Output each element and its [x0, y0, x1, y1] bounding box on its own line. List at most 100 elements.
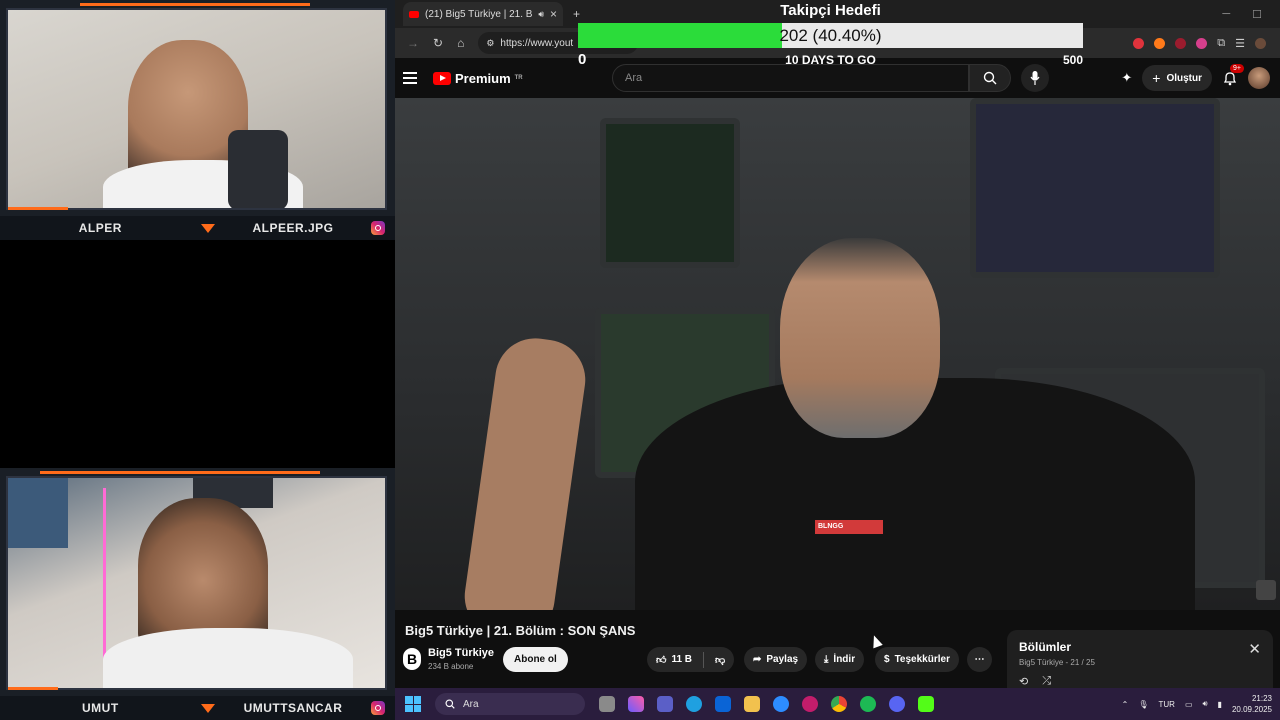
more-actions-button[interactable]: ⋯ — [967, 647, 992, 672]
close-icon[interactable]: ✕ — [1248, 640, 1261, 658]
download-icon: ⤓ — [824, 654, 829, 665]
network-icon[interactable]: ▭ — [1185, 700, 1193, 709]
channel-name[interactable]: Big5 Türkiye — [428, 647, 494, 659]
dislike-button[interactable]: 👎︎ — [715, 654, 725, 666]
thanks-icon: $ — [884, 654, 890, 665]
webcam-feed-alper — [6, 8, 387, 210]
url-text: https://www.yout — [500, 37, 574, 49]
goal-days-left: 10 DAYS TO GO — [785, 53, 876, 67]
chevron-up-icon[interactable]: ⌃ — [1122, 700, 1129, 709]
forward-icon[interactable]: → — [407, 36, 419, 50]
webcam-name: ALPER — [78, 221, 122, 235]
clock-date: 20.09.2025 — [1231, 705, 1272, 714]
background-tv — [970, 98, 1220, 278]
loop-icon[interactable]: ⟲ — [1019, 675, 1028, 688]
extensions-puzzle-icon[interactable]: ⧉ — [1217, 37, 1225, 50]
youtube-favicon-icon — [409, 10, 419, 18]
stream-layout: ALPER ALPEER.JPG UMUT UMUTTSANCAR (21) B… — [0, 0, 1280, 720]
home-icon[interactable]: ⌂ — [457, 36, 464, 50]
speaker-icon[interactable]: 🔊︎ — [538, 9, 544, 20]
create-button[interactable]: + Oluştur — [1142, 65, 1212, 91]
notification-badge: 9+ — [1230, 64, 1244, 73]
windows-taskbar: Ara ⌃ 🎙︎ TUR ▭ 🔊︎ ▮ 21:23 20.09.2025 — [395, 688, 1280, 720]
system-tray: ⌃ 🎙︎ TUR ▭ 🔊︎ ▮ 21:23 20.09.2025 — [1122, 693, 1280, 715]
games-icon[interactable]: ✦ — [1121, 70, 1132, 86]
reload-icon[interactable]: ↻ — [433, 36, 443, 50]
channel-avatar[interactable]: B — [403, 648, 421, 670]
browser-tab-youtube[interactable]: (21) Big5 Türkiye | 21. Bölüm 🔊︎ × — [403, 2, 563, 26]
subscribe-button[interactable]: Abone ol — [503, 647, 568, 672]
battery-icon[interactable]: ▮ — [1218, 700, 1222, 709]
file-icon[interactable] — [599, 696, 615, 712]
extension-record-icon[interactable] — [1133, 37, 1145, 49]
cam-accent-top — [80, 3, 310, 6]
orange-arrow-icon — [200, 223, 215, 233]
copilot-icon[interactable] — [628, 696, 644, 712]
maximize-icon[interactable]: ☐ — [1252, 8, 1262, 21]
search-icon — [983, 71, 997, 85]
cam-accent-bottom — [8, 687, 58, 690]
video-player[interactable]: BLNGG — [395, 98, 1280, 610]
download-button[interactable]: ⤓ İndir — [815, 647, 865, 672]
chair — [228, 130, 288, 208]
host-head — [780, 238, 940, 438]
shuffle-icon[interactable]: ⤮ — [1042, 675, 1051, 688]
discord-icon[interactable] — [889, 696, 905, 712]
edge-icon[interactable] — [686, 696, 702, 712]
voice-search-button[interactable] — [1021, 64, 1049, 92]
thanks-button[interactable]: $ Teşekkürler — [875, 647, 959, 672]
video-title: Big5 Türkiye | 21. Bölüm : SON ŞANS — [405, 623, 636, 638]
close-tab-icon[interactable]: × — [550, 7, 557, 21]
search-input[interactable]: Ara — [612, 64, 969, 92]
search-icon — [445, 699, 455, 709]
taskbar-search-label: Ara — [463, 698, 479, 710]
teams-icon[interactable] — [657, 696, 673, 712]
volume-icon[interactable]: 🔊︎ — [1203, 699, 1208, 709]
chrome-icon[interactable] — [831, 696, 847, 712]
zoom-icon[interactable] — [773, 696, 789, 712]
tab-title: (21) Big5 Türkiye | 21. Bölüm — [425, 8, 533, 20]
webcam-handle: UMUTTSANCAR — [243, 701, 343, 715]
minimize-icon[interactable]: ─ — [1222, 8, 1230, 21]
language-indicator[interactable]: TUR — [1158, 700, 1174, 709]
folder-icon[interactable] — [744, 696, 760, 712]
account-avatar[interactable] — [1248, 67, 1270, 89]
spotify-icon[interactable] — [860, 696, 876, 712]
extension-pink-icon[interactable] — [1196, 37, 1208, 49]
kick-icon[interactable] — [918, 696, 934, 712]
taskbar-search[interactable]: Ara — [435, 693, 585, 715]
extension-ublock-icon[interactable] — [1175, 37, 1187, 49]
microphone-tray-icon[interactable]: 🎙︎ — [1138, 700, 1148, 709]
wall-poster — [8, 478, 68, 548]
menu-icon[interactable] — [403, 72, 417, 84]
extension-icons: ⧉ ☰ — [1133, 28, 1266, 58]
outlook-icon[interactable] — [715, 696, 731, 712]
share-button[interactable]: ➦ Paylaş — [744, 647, 808, 672]
search-button[interactable] — [969, 64, 1011, 92]
chapters-title: Bölümler — [1019, 640, 1072, 654]
youtube-logo[interactable]: Premium TR — [433, 71, 523, 86]
divider — [703, 651, 705, 668]
instagram-icon — [371, 701, 385, 715]
chapters-panel: Bölümler Big5 Türkiye - 21 / 25 ✕ ⟲ ⤮ — [1007, 630, 1273, 688]
profile-icon[interactable] — [1255, 37, 1266, 49]
app-icon[interactable] — [802, 696, 818, 712]
webcam-nameplate: UMUT UMUTTSANCAR — [0, 696, 395, 720]
webcam-umut: UMUT UMUTTSANCAR — [0, 468, 395, 720]
webcam-nameplate: ALPER ALPEER.JPG — [0, 216, 395, 240]
instagram-icon — [371, 221, 385, 235]
cam-accent-bottom — [8, 207, 68, 210]
browser-window: (21) Big5 Türkiye | 21. Bölüm 🔊︎ × + ─ ☐… — [395, 0, 1280, 688]
empty-area — [0, 240, 395, 468]
notifications-button[interactable]: 9+ — [1222, 64, 1244, 86]
miniplayer-icon[interactable] — [1256, 580, 1276, 600]
thumbs-up-icon: 👍︎ — [656, 654, 667, 666]
sidebar-icon[interactable]: ☰ — [1235, 37, 1245, 50]
like-button[interactable]: 👍︎ 11 B — [656, 654, 692, 666]
clock-time: 21:23 — [1251, 694, 1272, 703]
download-label: İndir — [833, 654, 856, 665]
clock[interactable]: 21:23 20.09.2025 — [1232, 693, 1272, 715]
windows-start-icon[interactable] — [405, 696, 421, 712]
extension-fox-icon[interactable] — [1154, 37, 1166, 49]
site-settings-icon[interactable]: ⚙ — [486, 38, 494, 49]
